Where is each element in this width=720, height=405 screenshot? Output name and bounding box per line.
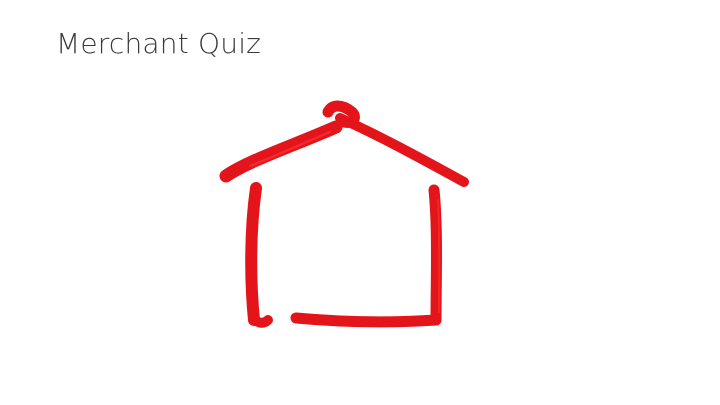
left-wall-stroke bbox=[245, 182, 262, 326]
floor-stroke bbox=[290, 312, 442, 328]
roof-highlight bbox=[248, 130, 332, 168]
house-icon bbox=[219, 100, 469, 328]
right-wall-stroke bbox=[428, 184, 442, 326]
right-wall-highlight bbox=[437, 199, 441, 313]
roof-left-stroke bbox=[219, 120, 343, 183]
house-roof bbox=[219, 100, 469, 187]
slide-canvas: Merchant Quiz bbox=[0, 0, 720, 405]
left-wall-foot-stroke bbox=[249, 313, 273, 328]
roof-right-stroke bbox=[335, 113, 469, 187]
house-walls bbox=[245, 182, 442, 328]
